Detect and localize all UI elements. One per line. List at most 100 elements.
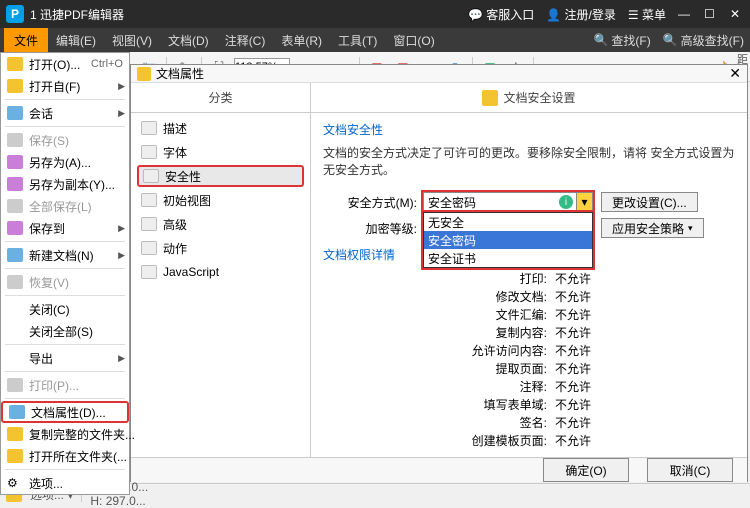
folder-icon bbox=[7, 449, 23, 463]
menu-session[interactable]: 会话▶ bbox=[1, 102, 129, 124]
export-icon bbox=[7, 351, 23, 365]
permission-value: 不允许 bbox=[553, 360, 591, 377]
permission-value: 不允许 bbox=[553, 270, 591, 287]
menu-copy-path[interactable]: 复制完整的文件夹... bbox=[1, 423, 129, 445]
permission-value: 不允许 bbox=[553, 432, 591, 449]
menu-comment[interactable]: 注释(C) bbox=[217, 32, 274, 49]
save-icon bbox=[7, 133, 23, 147]
dialog-titlebar: 文档属性 ✕ bbox=[131, 65, 747, 83]
menu-open-folder[interactable]: 打开所在文件夹(... bbox=[1, 445, 129, 467]
permission-key: 修改文档: bbox=[323, 288, 553, 305]
chevron-right-icon: ▶ bbox=[118, 108, 125, 119]
permission-value: 不允许 bbox=[553, 288, 591, 305]
permission-key: 文件汇编: bbox=[323, 306, 553, 323]
category-description[interactable]: 描述 bbox=[137, 117, 304, 139]
folder-open-icon bbox=[7, 57, 23, 71]
copy-icon bbox=[7, 427, 23, 441]
category-initial-view[interactable]: 初始视图 bbox=[137, 189, 304, 211]
permission-key: 创建模板页面: bbox=[323, 432, 553, 449]
permission-value: 不允许 bbox=[553, 324, 591, 341]
menu-close[interactable]: 关闭(C) bbox=[1, 298, 129, 320]
chevron-right-icon: ▶ bbox=[118, 353, 125, 364]
print-icon bbox=[7, 378, 23, 392]
menu-file[interactable]: 文件 bbox=[4, 28, 48, 52]
menu-document[interactable]: 文档(D) bbox=[160, 32, 217, 49]
permission-row: 创建模板页面:不允许 bbox=[323, 431, 735, 449]
menu-options[interactable]: ⚙选项... bbox=[1, 472, 129, 494]
menu-save-to[interactable]: 保存到▶ bbox=[1, 217, 129, 239]
permission-value: 不允许 bbox=[553, 342, 591, 359]
encryption-level-label: 加密等级: bbox=[323, 220, 423, 237]
category-fonts[interactable]: 字体 bbox=[137, 141, 304, 163]
chevron-right-icon: ▶ bbox=[118, 250, 125, 261]
security-method-dropdown: 无安全 安全密码 安全证书 bbox=[423, 212, 593, 268]
login-link[interactable]: 👤 注册/登录 bbox=[546, 6, 616, 23]
permission-value: 不允许 bbox=[553, 378, 591, 395]
permission-key: 复制内容: bbox=[323, 324, 553, 341]
find-button[interactable]: 🔍查找(F) bbox=[587, 32, 656, 49]
menu-edit[interactable]: 编辑(E) bbox=[48, 32, 104, 49]
option-certificate[interactable]: 安全证书 bbox=[424, 249, 592, 267]
minimize-button[interactable]: — bbox=[678, 7, 692, 21]
dialog-footer: 确定(O) 取消(C) bbox=[131, 457, 747, 482]
security-description: 文档的安全方式决定了可许可的更改。要移除安全限制，请将 安全方式设置为 无安全方… bbox=[323, 144, 735, 178]
permission-key: 签名: bbox=[323, 414, 553, 431]
menu-window[interactable]: 窗口(O) bbox=[385, 32, 442, 49]
security-method-combo[interactable]: 安全密码 i ▾ 无安全 安全密码 安全证书 bbox=[423, 192, 593, 212]
close-icon bbox=[7, 302, 23, 316]
info-icon[interactable]: i bbox=[559, 195, 573, 209]
apply-policy-button[interactable]: 应用安全策略 bbox=[601, 218, 704, 238]
view-icon bbox=[141, 193, 157, 207]
menu-save-copy[interactable]: 另存为副本(Y)... bbox=[1, 173, 129, 195]
menu-open[interactable]: 打开(O)...Ctrl+O bbox=[1, 53, 129, 75]
dialog-close-button[interactable]: ✕ bbox=[729, 65, 741, 82]
menu-save-as[interactable]: 另存为(A)... bbox=[1, 151, 129, 173]
menu-new-doc[interactable]: 新建文档(N)▶ bbox=[1, 244, 129, 266]
file-menu-dropdown: 打开(O)...Ctrl+O 打开自(F)▶ 会话▶ 保存(S) 另存为(A).… bbox=[0, 52, 130, 495]
menu-save: 保存(S) bbox=[1, 129, 129, 151]
permission-row: 填写表单域:不允许 bbox=[323, 395, 735, 413]
menu-open-from[interactable]: 打开自(F)▶ bbox=[1, 75, 129, 97]
js-icon bbox=[141, 265, 157, 279]
recover-icon bbox=[7, 275, 23, 289]
action-icon bbox=[141, 241, 157, 255]
security-header: 文档安全设置 bbox=[311, 83, 747, 113]
category-advanced[interactable]: 高级 bbox=[137, 213, 304, 235]
permission-row: 签名:不允许 bbox=[323, 413, 735, 431]
permission-row: 复制内容:不允许 bbox=[323, 323, 735, 341]
menu-print: 打印(P)... bbox=[1, 374, 129, 396]
ok-button[interactable]: 确定(O) bbox=[543, 458, 629, 482]
save-to-icon bbox=[7, 221, 23, 235]
menu-save-all: 全部保存(L) bbox=[1, 195, 129, 217]
permission-value: 不允许 bbox=[553, 396, 591, 413]
menu-recover: 恢复(V) bbox=[1, 271, 129, 293]
close-button[interactable]: ✕ bbox=[730, 7, 744, 21]
chevron-right-icon: ▶ bbox=[118, 223, 125, 234]
chevron-down-icon[interactable]: ▾ bbox=[576, 193, 592, 211]
save-all-icon bbox=[7, 199, 23, 213]
menu-form[interactable]: 表单(R) bbox=[273, 32, 330, 49]
menu-tool[interactable]: 工具(T) bbox=[330, 32, 385, 49]
properties-icon bbox=[9, 405, 25, 419]
menu-close-all[interactable]: 关闭全部(S) bbox=[1, 320, 129, 342]
cancel-button[interactable]: 取消(C) bbox=[647, 458, 733, 482]
main-menu-button[interactable]: ☰ 菜单 bbox=[628, 6, 666, 23]
option-password[interactable]: 安全密码 bbox=[424, 231, 592, 249]
security-group-title: 文档安全性 bbox=[323, 121, 735, 138]
advanced-icon bbox=[141, 217, 157, 231]
maximize-button[interactable]: ☐ bbox=[704, 7, 718, 21]
menu-doc-properties[interactable]: 文档属性(D)... bbox=[1, 401, 129, 423]
permission-key: 注释: bbox=[323, 378, 553, 395]
category-actions[interactable]: 动作 bbox=[137, 237, 304, 259]
close-all-icon bbox=[7, 324, 23, 338]
security-method-label: 安全方式(M): bbox=[323, 194, 423, 211]
gear-icon: ⚙ bbox=[7, 476, 23, 490]
support-link[interactable]: 💬 客服入口 bbox=[468, 6, 534, 23]
change-settings-button[interactable]: 更改设置(C)... bbox=[601, 192, 698, 212]
category-security[interactable]: 安全性 bbox=[137, 165, 304, 187]
option-no-security[interactable]: 无安全 bbox=[424, 213, 592, 231]
category-javascript[interactable]: JavaScript bbox=[137, 261, 304, 283]
advanced-find-button[interactable]: 🔍高级查找(F) bbox=[657, 32, 750, 49]
menu-export[interactable]: 导出▶ bbox=[1, 347, 129, 369]
menu-view[interactable]: 视图(V) bbox=[104, 32, 160, 49]
